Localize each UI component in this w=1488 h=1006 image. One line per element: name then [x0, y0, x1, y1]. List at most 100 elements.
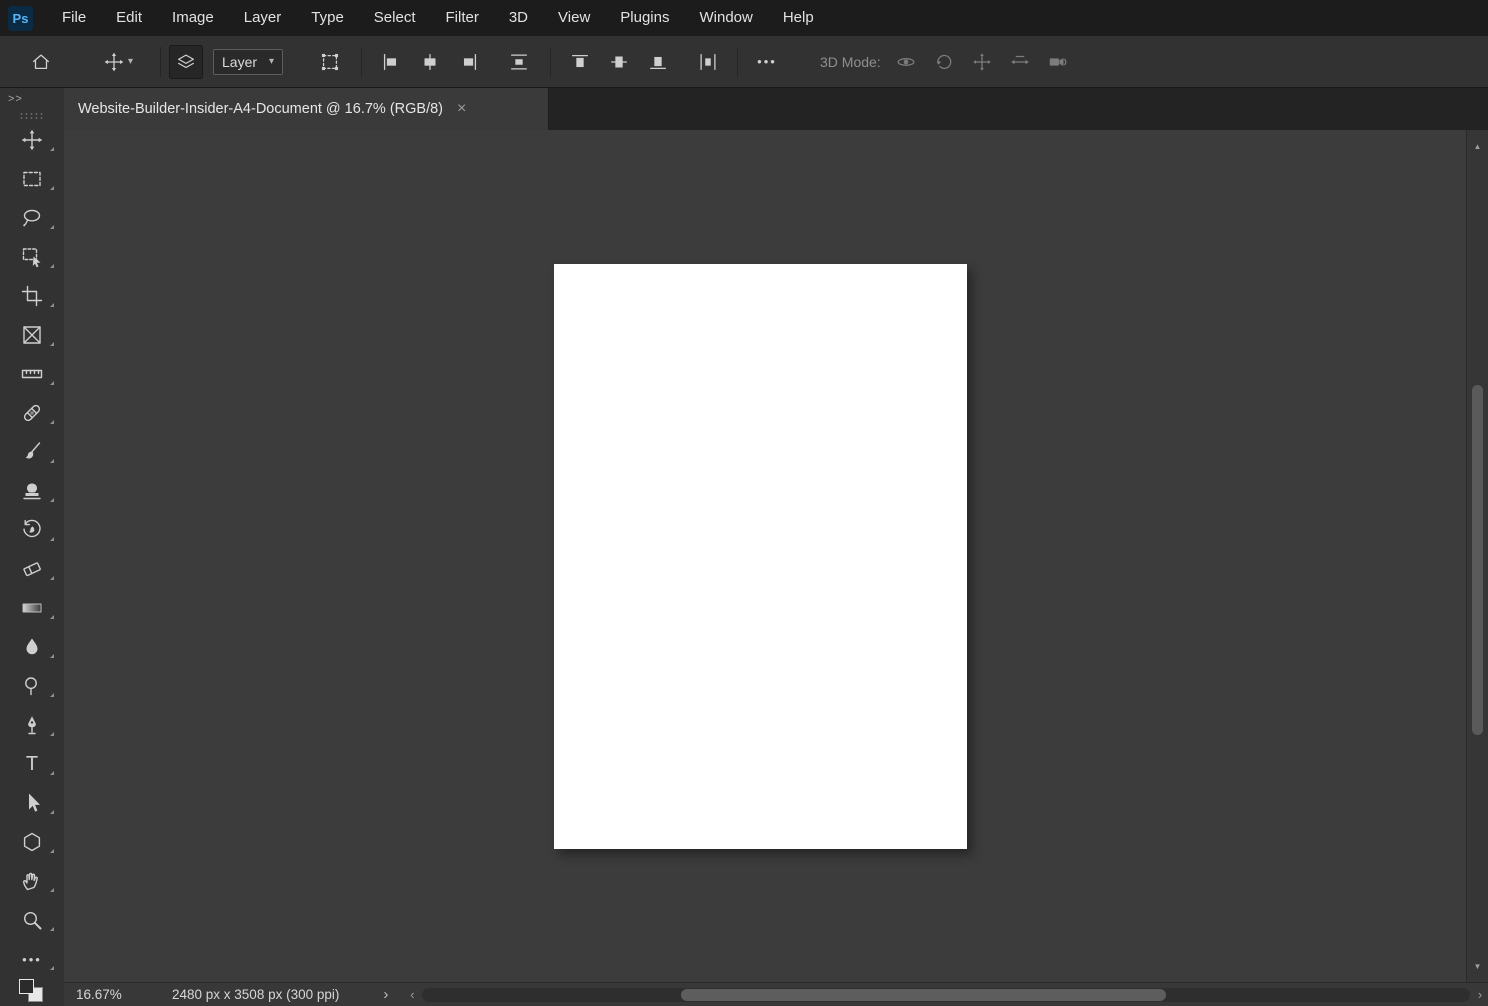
align-left-button[interactable]	[374, 45, 408, 79]
menu-item-edit[interactable]: Edit	[101, 0, 157, 36]
3d-orbit-button[interactable]	[889, 45, 923, 79]
crop-icon	[20, 284, 44, 308]
menu-item-help[interactable]: Help	[768, 0, 829, 36]
vertical-scrollbar[interactable]: ▲ ▼	[1466, 130, 1488, 982]
menu-item-3d[interactable]: 3D	[494, 0, 543, 36]
object-selection-tool[interactable]	[0, 245, 64, 269]
align-vertical-centers-button[interactable]	[602, 45, 636, 79]
tool-options-bar: ▾ Layer ▾	[0, 36, 1488, 88]
document-info[interactable]: 2480 px x 3508 px (300 ppi)	[172, 987, 339, 1002]
menu-item-view[interactable]: View	[543, 0, 605, 36]
flyout-corner	[50, 771, 54, 775]
document-page[interactable]	[554, 264, 967, 849]
hand-icon	[20, 869, 44, 893]
tool-list: T •••	[0, 128, 64, 971]
flyout-corner	[50, 732, 54, 736]
expand-toolbar-button[interactable]: >>	[0, 88, 23, 110]
tab-close-icon[interactable]: ×	[457, 102, 466, 116]
distribute-vertical-icon	[508, 51, 530, 73]
show-transform-controls-toggle[interactable]	[313, 45, 347, 79]
frame-tool[interactable]	[0, 323, 64, 347]
scroll-left-arrow-icon[interactable]: ‹	[404, 987, 420, 1002]
toolbar-grip[interactable]	[19, 112, 45, 120]
align-horizontal-centers-icon	[419, 51, 441, 73]
home-icon	[30, 51, 52, 73]
lasso-icon	[20, 206, 44, 230]
ruler-tool[interactable]	[0, 362, 64, 386]
distribute-vertical-button[interactable]	[502, 45, 536, 79]
zoom-tool[interactable]	[0, 908, 64, 932]
auto-select-toggle[interactable]	[169, 45, 203, 79]
scroll-up-arrow-icon[interactable]: ▲	[1467, 138, 1488, 154]
horizontal-scrollbar-track[interactable]	[422, 988, 1470, 1002]
shape-tool[interactable]	[0, 830, 64, 854]
flyout-corner	[50, 225, 54, 229]
3d-slide-button[interactable]	[1003, 45, 1037, 79]
tool-preset-button[interactable]: ▾	[92, 45, 144, 79]
document-tab-bar: Website-Builder-Insider-A4-Document @ 16…	[64, 88, 1488, 130]
flyout-corner	[50, 342, 54, 346]
align-options-button[interactable]: •••	[750, 45, 784, 79]
separator	[361, 47, 362, 77]
status-popup-chevron-icon[interactable]: ›	[383, 986, 388, 1003]
spot-healing-brush-tool[interactable]	[0, 401, 64, 425]
zoom-level-field[interactable]: 16.67%	[76, 987, 134, 1002]
stamp-icon	[20, 479, 44, 503]
align-horizontal-centers-button[interactable]	[413, 45, 447, 79]
3d-pan-button[interactable]	[965, 45, 999, 79]
ellipsis-icon: •••	[757, 54, 777, 69]
3d-roll-button[interactable]	[927, 45, 961, 79]
menu-item-image[interactable]: Image	[157, 0, 229, 36]
separator	[160, 47, 161, 77]
move-tool[interactable]	[0, 128, 64, 152]
history-brush-tool[interactable]	[0, 518, 64, 542]
document-tab[interactable]: Website-Builder-Insider-A4-Document @ 16…	[64, 88, 549, 130]
horizontal-scrollbar-thumb[interactable]	[681, 989, 1166, 1001]
marquee-icon	[20, 167, 44, 191]
home-button[interactable]	[24, 45, 58, 79]
align-bottom-button[interactable]	[641, 45, 675, 79]
type-tool[interactable]: T	[0, 752, 64, 776]
menu-item-select[interactable]: Select	[359, 0, 431, 36]
blur-tool[interactable]	[0, 635, 64, 659]
healing-icon	[20, 401, 44, 425]
hand-tool[interactable]	[0, 869, 64, 893]
distribute-horizontal-button[interactable]	[691, 45, 725, 79]
photoshop-window: Ps File Edit Image Layer Type Select Fil…	[0, 0, 1488, 1006]
brush-tool[interactable]	[0, 440, 64, 464]
dodge-tool[interactable]	[0, 674, 64, 698]
move-icon	[103, 51, 125, 73]
3d-slide-icon	[1009, 51, 1031, 73]
auto-select-target-dropdown[interactable]: Layer ▾	[213, 49, 283, 75]
flyout-corner	[50, 693, 54, 697]
clone-stamp-tool[interactable]	[0, 479, 64, 503]
crop-tool[interactable]	[0, 284, 64, 308]
align-right-button[interactable]	[452, 45, 486, 79]
vertical-scrollbar-thumb[interactable]	[1472, 385, 1483, 735]
flyout-corner	[50, 888, 54, 892]
menu-item-plugins[interactable]: Plugins	[605, 0, 684, 36]
scroll-right-arrow-icon[interactable]: ›	[1472, 987, 1488, 1002]
menu-item-type[interactable]: Type	[296, 0, 359, 36]
menu-item-window[interactable]: Window	[684, 0, 767, 36]
align-top-button[interactable]	[563, 45, 597, 79]
foreground-color-swatch[interactable]	[19, 979, 34, 994]
gradient-tool[interactable]	[0, 596, 64, 620]
menu-item-layer[interactable]: Layer	[229, 0, 297, 36]
horizontal-scrollbar[interactable]: ‹ ›	[404, 983, 1488, 1006]
eraser-tool[interactable]	[0, 557, 64, 581]
3d-dolly-button[interactable]	[1041, 45, 1075, 79]
menu-item-file[interactable]: File	[47, 0, 101, 36]
path-selection-tool[interactable]	[0, 791, 64, 815]
move-icon	[20, 128, 44, 152]
menu-item-filter[interactable]: Filter	[431, 0, 494, 36]
flyout-corner	[50, 186, 54, 190]
rectangular-marquee-tool[interactable]	[0, 167, 64, 191]
canvas-area[interactable]	[64, 130, 1466, 982]
lasso-tool[interactable]	[0, 206, 64, 230]
3d-mode-label: 3D Mode:	[820, 54, 881, 70]
pen-tool[interactable]	[0, 713, 64, 737]
edit-toolbar-button[interactable]: •••	[0, 947, 64, 971]
scroll-down-arrow-icon[interactable]: ▼	[1467, 958, 1488, 974]
flyout-corner	[50, 381, 54, 385]
